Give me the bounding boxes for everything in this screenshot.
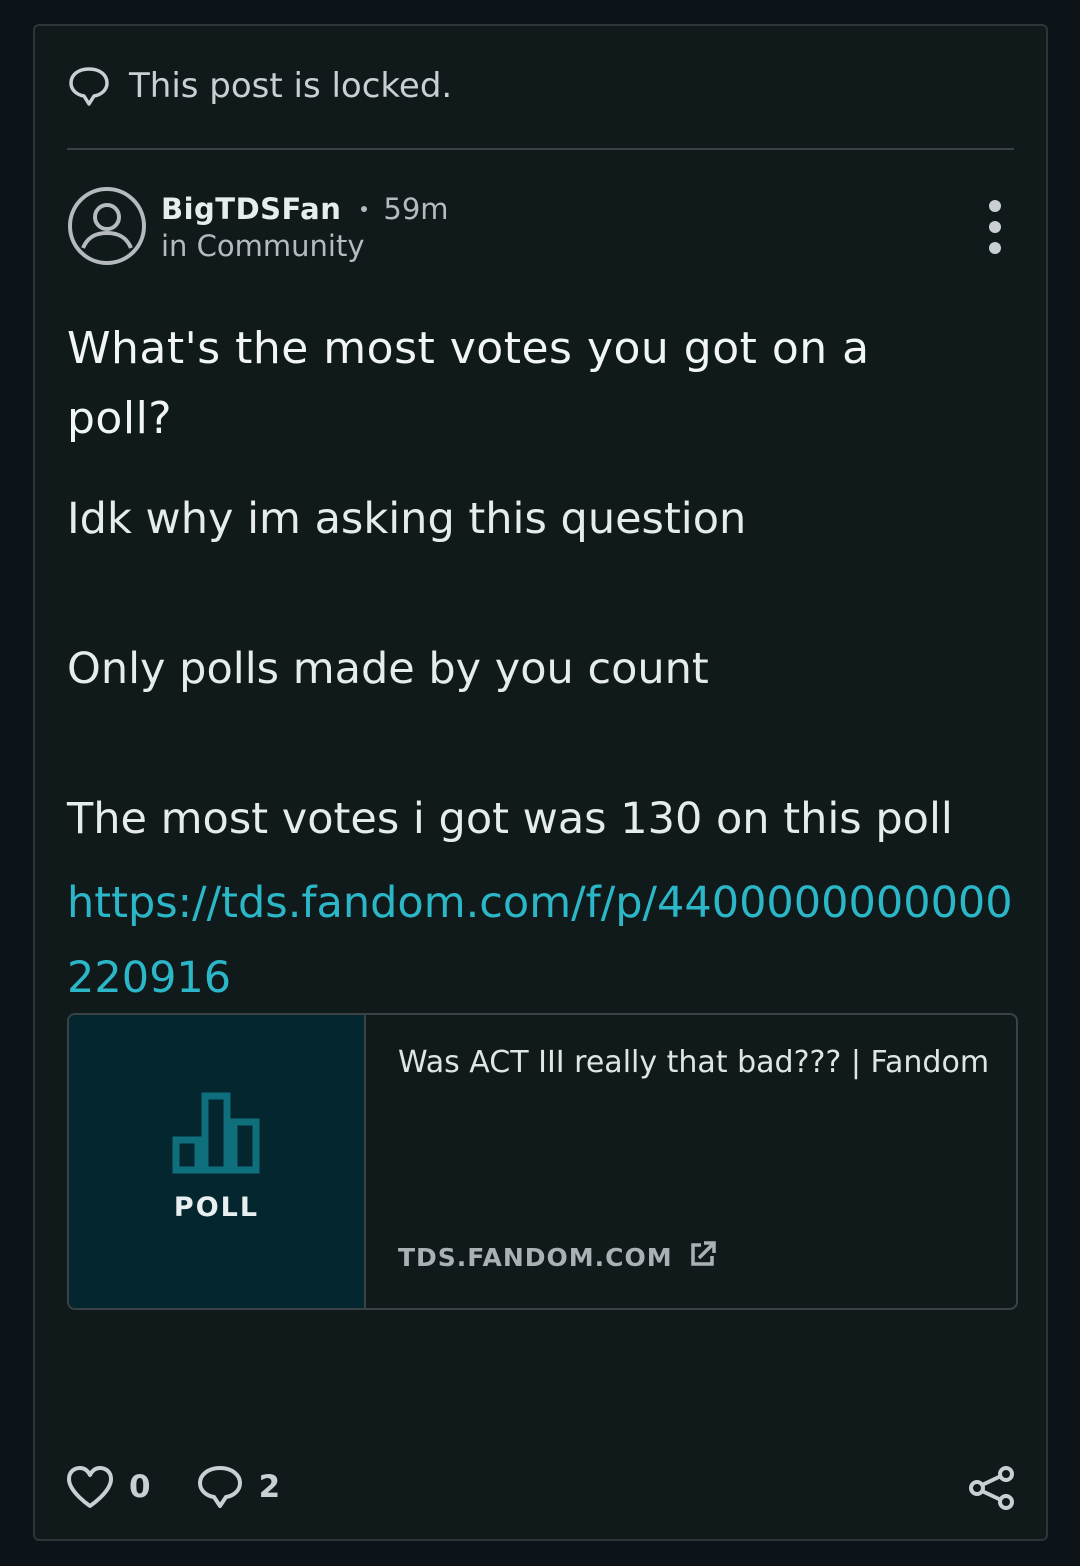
speech-bubble-icon xyxy=(69,67,109,106)
username[interactable]: BigTDSFan xyxy=(161,192,341,226)
locked-text: This post is locked. xyxy=(129,66,453,106)
preview-domain-row: TDS.FANDOM.COM xyxy=(398,1240,717,1272)
post-author-row: BigTDSFan 59m in Community xyxy=(67,186,449,266)
like-button[interactable]: 0 xyxy=(65,1464,151,1510)
link-preview-card[interactable]: POLL Was ACT III really that bad??? | Fa… xyxy=(67,1013,1018,1310)
thumbnail-label: POLL xyxy=(173,1192,260,1223)
share-icon[interactable] xyxy=(968,1466,1016,1510)
preview-info: Was ACT III really that bad??? | Fandom … xyxy=(366,1015,1016,1308)
more-options-icon[interactable] xyxy=(982,198,1008,256)
post-actions: 0 2 xyxy=(65,1464,280,1510)
bar-chart-icon xyxy=(172,1092,259,1174)
post-body-paragraph: Only polls made by you count xyxy=(67,644,709,694)
post-card: This post is locked. BigTDSFan 59m in Co… xyxy=(33,24,1048,1541)
divider xyxy=(67,148,1014,150)
like-count: 0 xyxy=(129,1469,151,1505)
preview-domain: TDS.FANDOM.COM xyxy=(398,1243,673,1272)
comments-button[interactable]: 2 xyxy=(195,1464,281,1510)
post-link[interactable]: https://tds.fandom.com/f/p/4400000000000… xyxy=(67,866,1017,1016)
heart-icon xyxy=(67,1466,113,1508)
locked-notice: This post is locked. xyxy=(67,64,452,108)
preview-title: Was ACT III really that bad??? | Fandom xyxy=(398,1045,990,1080)
community-label[interactable]: in Community xyxy=(161,229,449,263)
post-time: 59m xyxy=(383,192,449,226)
avatar[interactable] xyxy=(67,186,147,266)
comment-count: 2 xyxy=(258,1469,281,1505)
separator-dot xyxy=(361,206,368,212)
comment-icon xyxy=(197,1466,242,1508)
external-link-icon xyxy=(690,1240,716,1266)
preview-thumbnail: POLL xyxy=(69,1015,366,1308)
post-title: What's the most votes you got on a poll? xyxy=(67,323,870,444)
post-body-paragraph: The most votes i got was 130 on this pol… xyxy=(67,794,953,844)
post-body-paragraph: Idk why im asking this question xyxy=(67,494,747,544)
